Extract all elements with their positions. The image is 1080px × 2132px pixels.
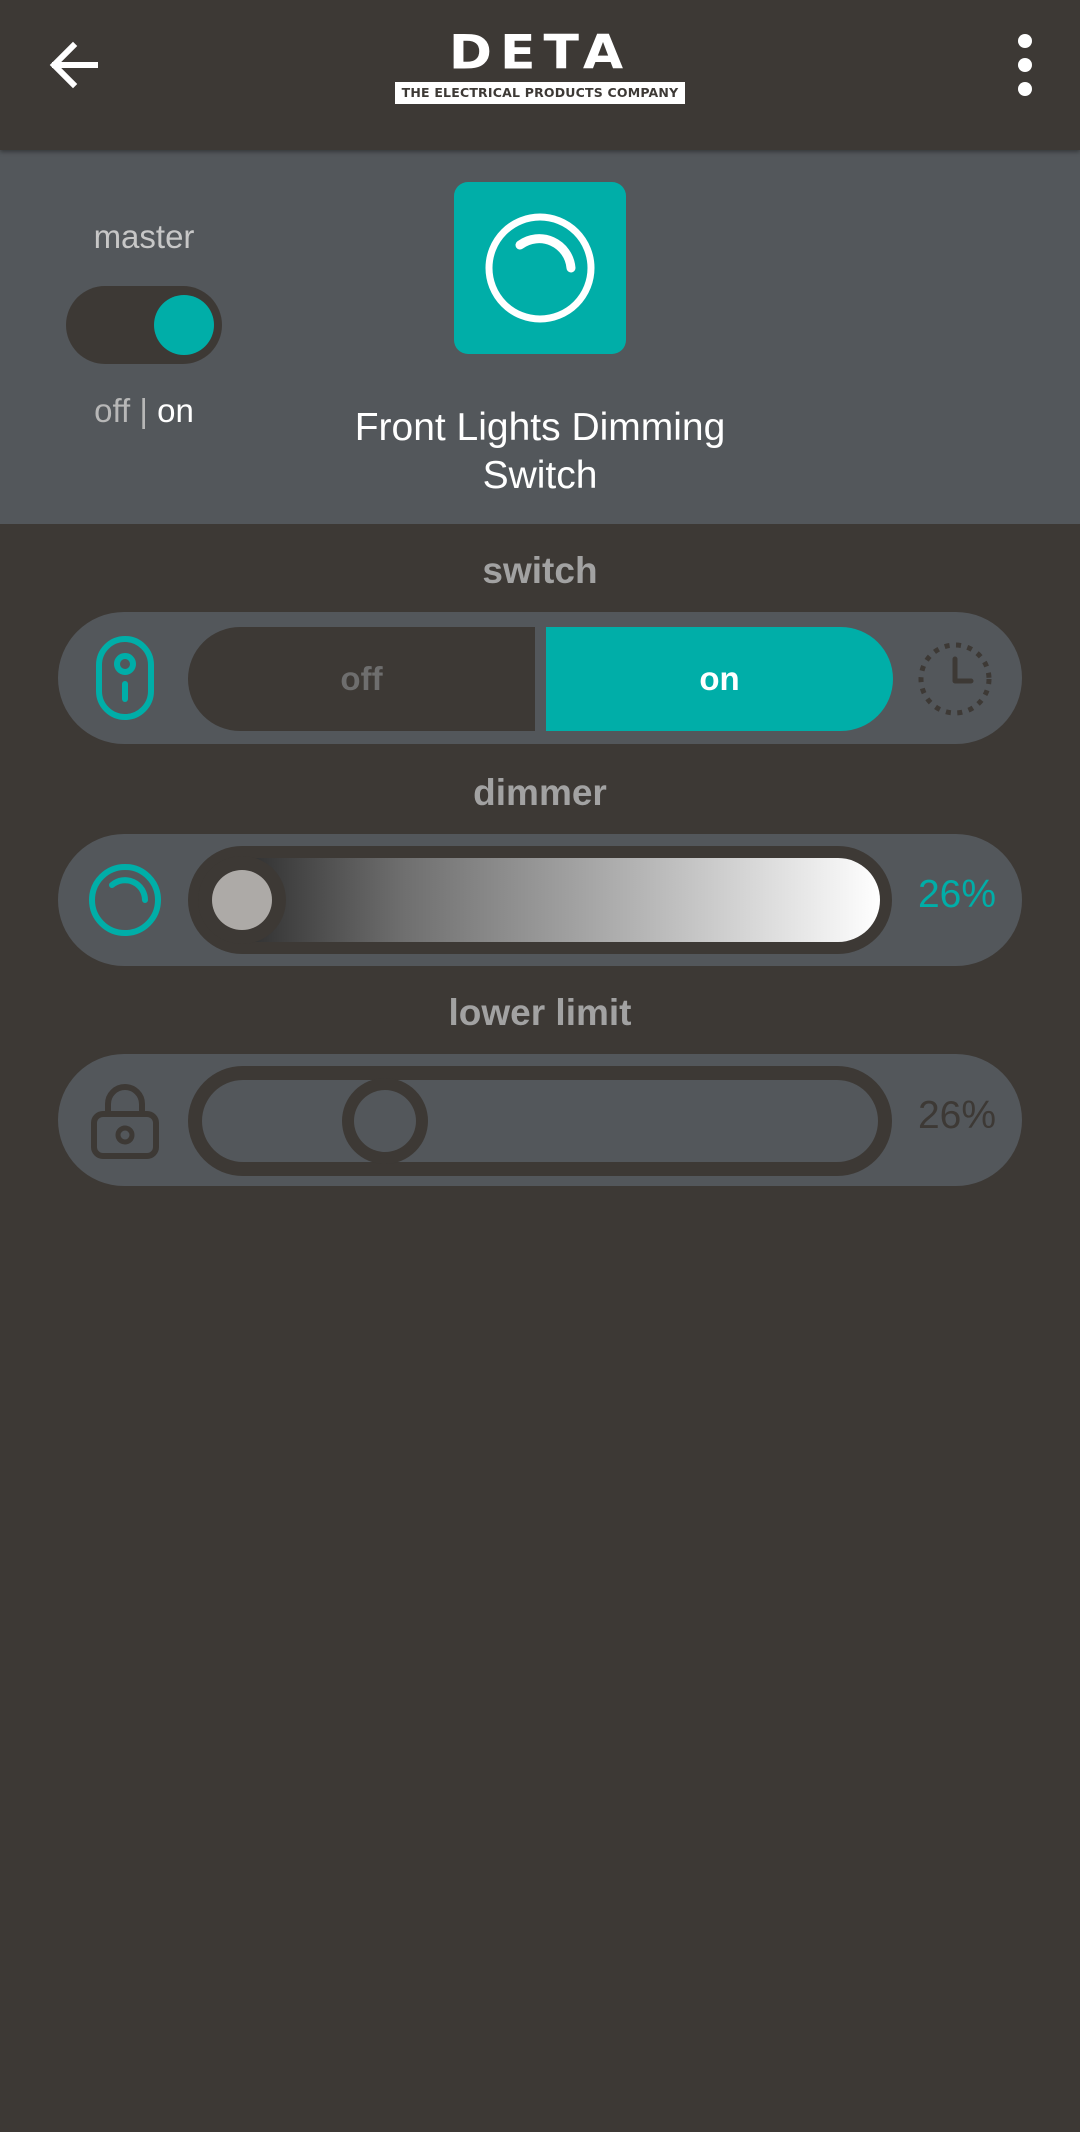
dimmer-section-label: dimmer xyxy=(473,772,607,813)
master-off-text: off xyxy=(94,392,131,429)
device-title: Front Lights Dimming Switch xyxy=(354,406,726,497)
app-bar: DETA THE ELECTRICAL PRODUCTS COMPANY xyxy=(0,0,1080,150)
padlock-icon xyxy=(91,1084,159,1159)
timer-clock-icon xyxy=(918,642,992,716)
lower-limit-slider-thumb[interactable] xyxy=(342,1078,428,1164)
switch-off-button[interactable]: off xyxy=(188,627,535,731)
timer-button[interactable] xyxy=(912,636,998,722)
lower-limit-slider[interactable] xyxy=(188,1066,892,1176)
lower-limit-section-label: lower limit xyxy=(448,992,632,1033)
lower-limit-track xyxy=(202,1080,878,1162)
dimmer-slider[interactable] xyxy=(188,846,892,954)
device-icon-tile xyxy=(454,182,626,354)
lower-limit-value: 26% xyxy=(917,1094,996,1137)
master-separator: | xyxy=(139,392,148,429)
dimmer-gradient-track xyxy=(200,858,880,942)
dimmer-slider-thumb[interactable] xyxy=(198,856,286,944)
master-toggle-knob xyxy=(154,295,214,355)
logo-wordmark: DETA xyxy=(448,26,632,80)
master-label: master xyxy=(93,218,195,255)
master-on-text: on xyxy=(157,392,194,429)
back-button[interactable] xyxy=(40,30,110,100)
arrow-left-icon xyxy=(49,41,98,89)
switch-type-icon-wrap xyxy=(80,633,170,723)
more-vertical-icon xyxy=(1018,34,1032,96)
lower-limit-icon-wrap xyxy=(80,1075,170,1165)
dimmer-icon-wrap xyxy=(80,855,170,945)
switch-on-button[interactable]: on xyxy=(546,627,893,731)
master-toggle[interactable] xyxy=(66,286,222,364)
dimmer-dial-icon xyxy=(485,213,595,323)
master-state-label: off | on xyxy=(60,392,228,430)
wall-switch-icon xyxy=(96,636,154,720)
dimmer-dial-icon xyxy=(89,864,161,936)
dimmer-value: 26% xyxy=(917,873,996,916)
deta-logo: DETA THE ELECTRICAL PRODUCTS COMPANY xyxy=(395,28,685,104)
switch-section-label: switch xyxy=(482,550,598,591)
overflow-menu-button[interactable] xyxy=(990,30,1060,100)
logo-tagline: THE ELECTRICAL PRODUCTS COMPANY xyxy=(395,82,685,104)
